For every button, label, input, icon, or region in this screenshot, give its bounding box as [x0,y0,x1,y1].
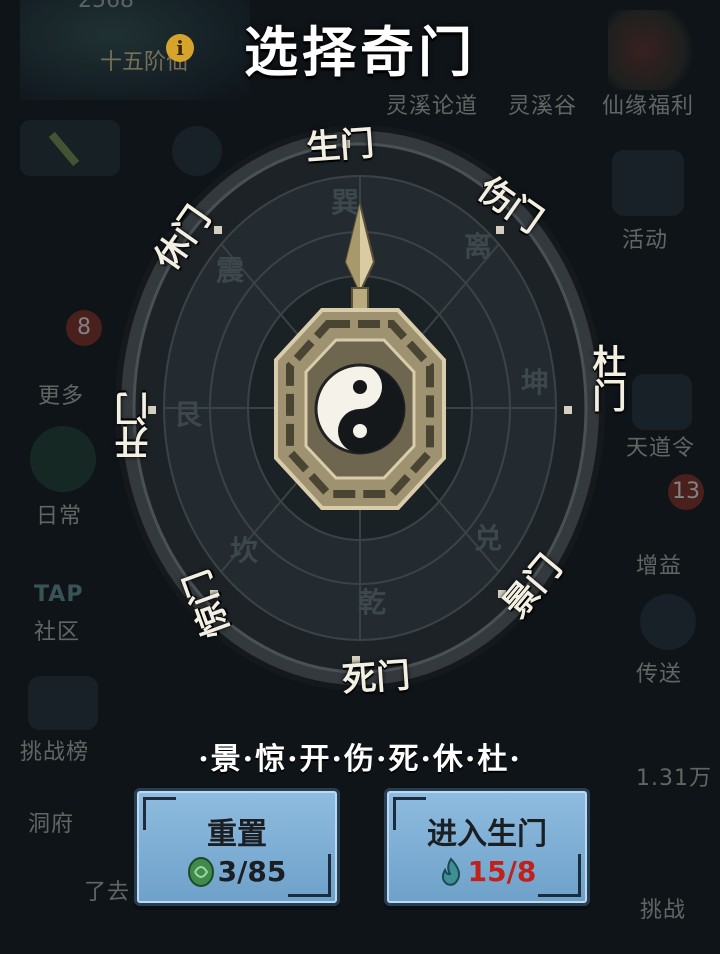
trigram-qian: 乾 [358,586,386,619]
gate-du[interactable]: 杜门 [582,344,631,412]
yin-yang-icon [314,363,406,455]
side-menu-label: 挑战 [640,898,687,923]
bagua-emblem [274,308,446,510]
reset-cost-value: 3/85 [217,855,287,888]
jade-coin-icon [187,857,214,887]
side-menu-label: 洞府 [28,812,75,837]
spirit-flame-icon [441,857,460,886]
enter-gate-button[interactable]: 进入生门 15/8 [384,788,590,906]
trigram-li: 离 [464,230,492,263]
enter-gate-button-label: 进入生门 [427,817,547,852]
trigram-xun: 巽 [331,186,359,219]
reset-button[interactable]: 重置 3/85 [134,788,340,906]
gate-kai[interactable]: 开门 [110,392,159,460]
gate-sheng[interactable]: 生门 [304,116,376,170]
button-corner-decoration [288,854,331,897]
trigram-dui: 兑 [474,522,502,555]
trigram-gen: 艮 [174,398,203,431]
reset-button-label: 重置 [207,817,267,852]
side-menu-label: 了去 [84,880,131,905]
button-corner-decoration [538,854,581,897]
trigram-kun: 坤 [521,366,549,399]
enter-cost-value: 15/8 [467,855,537,888]
gate-sequence: ·景·惊·开·伤·死·休·杜· [198,742,522,777]
trigram-zhen: 震 [216,254,245,287]
gate-si[interactable]: 死门 [340,648,412,702]
trigram-kan: 坎 [230,534,258,567]
